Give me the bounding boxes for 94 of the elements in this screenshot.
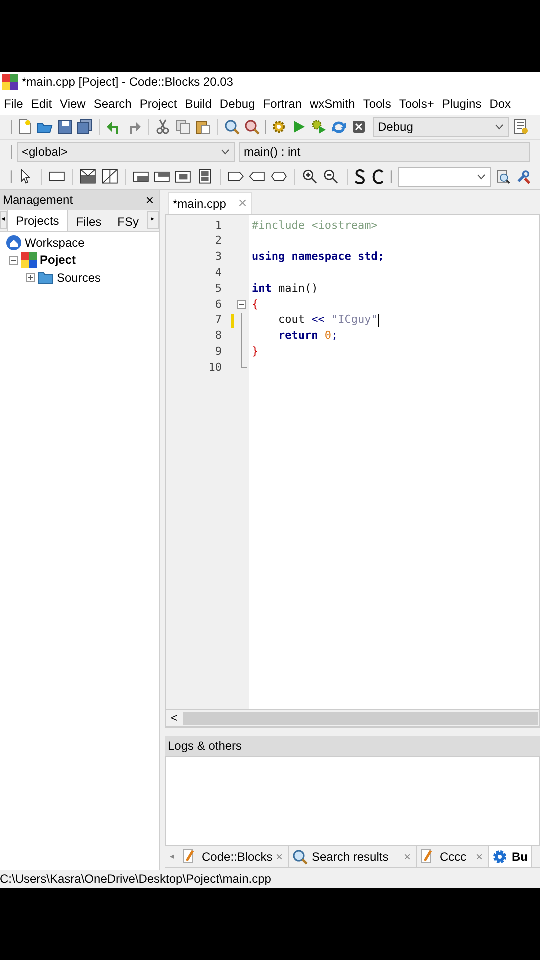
- symbol-dropdown[interactable]: main() : int: [239, 142, 530, 162]
- tree-item[interactable]: Sources: [57, 268, 102, 287]
- panel-tab[interactable]: Bu: [489, 846, 532, 868]
- page-search-icon[interactable]: [496, 168, 511, 185]
- toolbar-grip-icon: [264, 118, 267, 135]
- box-halves-icon[interactable]: [196, 168, 214, 186]
- line-number: 9: [215, 344, 222, 360]
- box-inset-icon[interactable]: [175, 168, 192, 186]
- gear-icon[interactable]: [271, 118, 287, 135]
- menu-item[interactable]: Tools: [359, 92, 396, 115]
- tab-label: Bu: [511, 848, 528, 866]
- stop-icon[interactable]: [351, 118, 367, 135]
- line-number: 2: [215, 233, 222, 250]
- colored-squares-icon: [21, 252, 37, 268]
- build-target-dropdown[interactable]: Debug: [373, 116, 509, 137]
- workspace-house-icon: [6, 234, 22, 251]
- menu-item[interactable]: Debug: [216, 92, 260, 115]
- code-line: int main(): [252, 280, 318, 297]
- toolbar-grip-icon: [10, 168, 13, 185]
- collapse-icon[interactable]: [9, 256, 18, 265]
- code-line: #include <iostream>: [252, 218, 378, 234]
- build-run-icon[interactable]: [311, 118, 327, 135]
- panel-tab[interactable]: FSy: [110, 212, 147, 232]
- tab-label: Code::Blocks: [201, 848, 274, 866]
- tab-label: *main.cpp: [173, 196, 226, 213]
- menu-item[interactable]: wxSmith: [306, 92, 360, 115]
- gear-icon: [492, 848, 508, 865]
- menu-item[interactable]: File: [0, 92, 28, 115]
- tab-label: Cccc: [439, 848, 468, 866]
- panel-title: Logs & others: [165, 736, 540, 756]
- line-number: 8: [215, 328, 222, 344]
- code-line: return 0;: [277, 328, 338, 344]
- menu-item[interactable]: Dox: [486, 92, 516, 115]
- line-number: 6: [215, 296, 222, 313]
- status-path: C:\Users\Kasra\OneDrive\Desktop\Poject\main.cpp: [0, 871, 272, 888]
- panel-tab[interactable]: Projects: [6, 210, 68, 232]
- save-icon[interactable]: [57, 118, 73, 135]
- line-number: 5: [215, 280, 222, 297]
- chevron-down-icon: [495, 124, 504, 130]
- menu-item[interactable]: Plugins: [438, 92, 486, 115]
- zoom-in-icon[interactable]: [302, 168, 318, 186]
- panel-tab[interactable]: Files: [68, 212, 110, 232]
- toolbar-grip-icon: [390, 168, 393, 185]
- chevron-down-icon: [477, 174, 486, 180]
- diagonal-box-icon[interactable]: [102, 168, 118, 186]
- menu-item[interactable]: Edit: [27, 92, 56, 115]
- window-title: *main.cpp [Poject] - Code::Blocks 20.03: [22, 74, 234, 92]
- toolbar-grip-icon: [10, 144, 13, 160]
- save-all-icon[interactable]: [77, 118, 93, 135]
- new-file-icon[interactable]: [17, 118, 33, 135]
- line-number: 1: [215, 218, 222, 234]
- code-line: cout << "ICguy": [277, 312, 378, 328]
- document-gear-icon[interactable]: [513, 118, 529, 135]
- split-box-icon[interactable]: [80, 168, 97, 186]
- scope-dropdown[interactable]: <global>: [17, 142, 235, 162]
- paste-icon[interactable]: [195, 118, 211, 135]
- toolbar-grip-icon: [10, 118, 13, 135]
- panel-title: Management: [3, 192, 74, 210]
- chevron-down-icon: [221, 149, 230, 156]
- line-number: 3: [215, 249, 222, 266]
- code-line: }: [252, 344, 259, 360]
- tab-label: Search results: [311, 848, 390, 866]
- close-button[interactable]: ×: [144, 193, 156, 208]
- menu-item[interactable]: Build: [181, 92, 216, 115]
- scroll-left-button[interactable]: <: [166, 712, 183, 724]
- menu-item[interactable]: Project: [136, 92, 182, 115]
- line-number: 10: [208, 360, 222, 376]
- copy-icon[interactable]: [175, 118, 191, 135]
- tree-item[interactable]: Poject: [40, 251, 76, 270]
- search-icon[interactable]: [224, 118, 240, 135]
- wrench-icon[interactable]: [516, 168, 530, 185]
- serif-s-icon[interactable]: [354, 168, 368, 186]
- serif-c-icon[interactable]: [372, 168, 385, 186]
- search-replace-icon[interactable]: [244, 118, 260, 135]
- play-icon[interactable]: [291, 118, 307, 135]
- code-line: using namespace std;: [252, 249, 384, 266]
- fold-collapse-icon[interactable]: [237, 300, 246, 309]
- tree-item[interactable]: Workspace: [25, 234, 85, 252]
- search-icon: [292, 848, 308, 865]
- line-number: 4: [215, 265, 222, 282]
- menu-item[interactable]: Tools+: [395, 92, 438, 115]
- zoom-out-icon[interactable]: [323, 168, 340, 186]
- scissors-icon[interactable]: [155, 118, 171, 135]
- menu-item[interactable]: View: [56, 92, 90, 115]
- line-number: 7: [215, 312, 222, 328]
- code-line: {: [252, 296, 259, 313]
- menu-item[interactable]: Fortran: [259, 92, 306, 115]
- editor-tab[interactable]: *main.cpp ×: [168, 192, 252, 214]
- expand-icon[interactable]: [26, 273, 35, 282]
- menu-item[interactable]: Search: [90, 92, 136, 115]
- fold-end-line: [241, 360, 247, 368]
- scrollbar-thumb[interactable]: [183, 712, 538, 725]
- app-logo-icon: [2, 74, 18, 90]
- folder-icon: [38, 270, 54, 286]
